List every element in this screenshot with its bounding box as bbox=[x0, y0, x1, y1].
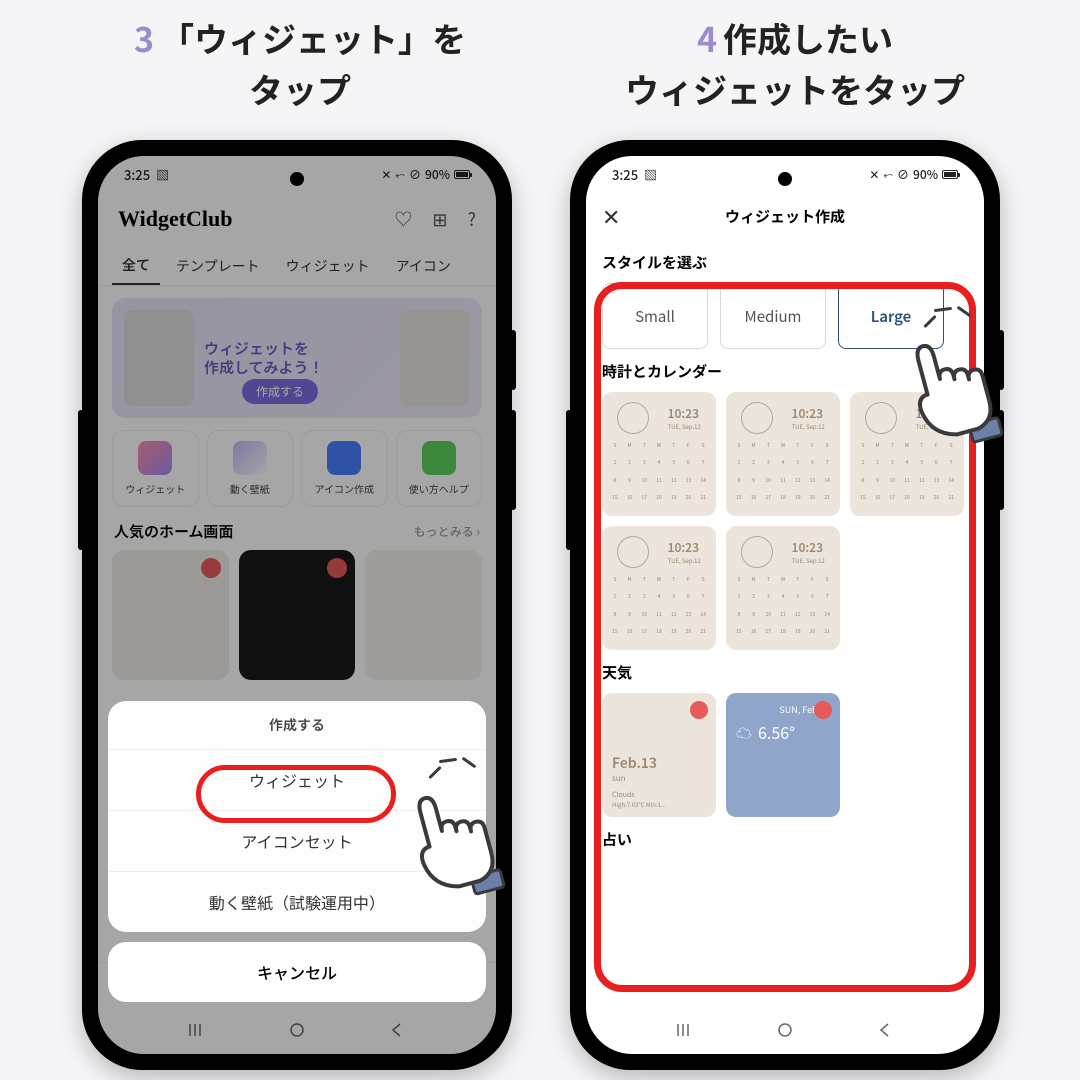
mute-icon: ✕ bbox=[869, 166, 879, 183]
home-icon[interactable] bbox=[775, 1020, 795, 1040]
widget-template[interactable]: Feb.13 sun Clouds High:7.83°C Min:1... bbox=[602, 693, 716, 817]
step-number: 3 bbox=[134, 13, 154, 62]
back-icon[interactable] bbox=[874, 1020, 894, 1040]
size-medium-button[interactable]: Medium bbox=[720, 283, 826, 349]
wifi-icon: ⬿ bbox=[883, 166, 893, 183]
battery-icon bbox=[942, 170, 958, 179]
sheet-option-widget[interactable]: ウィジェット bbox=[108, 750, 486, 811]
step-number: 4 bbox=[697, 13, 717, 62]
widget-template[interactable]: 10:23TUE, Sep.12 SMTWTFS1234567891011121… bbox=[726, 526, 840, 650]
badge-icon bbox=[690, 701, 708, 719]
sheet-title: 作成する bbox=[108, 701, 486, 750]
action-sheet: 作成する ウィジェット アイコンセット 動く壁紙（試験運用中） キャンセル bbox=[108, 701, 486, 1002]
size-large-button[interactable]: Large bbox=[838, 283, 944, 349]
battery-percent: 90% bbox=[913, 166, 938, 183]
page-title: ウィジェット作成 bbox=[602, 206, 968, 227]
image-icon: ▧ bbox=[644, 165, 657, 184]
widget-template[interactable]: 10:23TUE, Sep.12 SMTWTFS1234567891011121… bbox=[602, 392, 716, 516]
widget-template[interactable]: SUN, Feb.13 ☁ 6.56° bbox=[726, 693, 840, 817]
size-selector: Small Medium Large bbox=[602, 283, 968, 349]
section-clock-calendar: 時計とカレンダー bbox=[602, 361, 968, 382]
sheet-option-iconset[interactable]: アイコンセット bbox=[108, 811, 486, 872]
widget-template[interactable]: 10:23TUE, Sep.12 SMTWTFS1234567891011121… bbox=[726, 392, 840, 516]
size-small-button[interactable]: Small bbox=[602, 283, 708, 349]
phone-frame-right: 3:25 ▧ ✕ ⬿ ⊘ 90% ✕ ウィジェット作成 スタイルを選ぶ Smal… bbox=[570, 140, 1000, 1070]
step-4-header: 4作成したい ウィジェットをタップ bbox=[565, 12, 1025, 114]
section-fortune: 占い bbox=[602, 829, 968, 850]
widget-template[interactable]: 10:23TUE, Sep.12 SMTWTFS1234567891011121… bbox=[602, 526, 716, 650]
widget-template[interactable]: 10:23TUE, Sep.12 SMTWTFS1234567891011121… bbox=[850, 392, 964, 516]
close-icon[interactable]: ✕ bbox=[602, 200, 620, 232]
step-3-header: 3「ウィジェット」を タップ bbox=[90, 12, 510, 114]
cloud-icon: ☁ bbox=[736, 720, 752, 744]
phone-frame-left: 3:25 ▧ ✕ ⬿ ⊘ 90% WidgetClub ♡ ⊞ ? 全て テンプ… bbox=[82, 140, 512, 1070]
sheet-option-wallpaper[interactable]: 動く壁紙（試験運用中） bbox=[108, 872, 486, 932]
weather-widget-row: Feb.13 sun Clouds High:7.83°C Min:1... S… bbox=[602, 693, 968, 817]
create-header: ✕ ウィジェット作成 bbox=[586, 192, 984, 240]
status-time: 3:25 bbox=[612, 165, 638, 184]
recents-icon[interactable] bbox=[676, 1020, 696, 1040]
badge-icon bbox=[814, 701, 832, 719]
no-signal-icon: ⊘ bbox=[897, 166, 909, 183]
style-label: スタイルを選ぶ bbox=[602, 252, 968, 273]
system-nav-bar bbox=[586, 1006, 984, 1054]
sheet-cancel-button[interactable]: キャンセル bbox=[108, 942, 486, 1002]
clock-widget-grid: 10:23TUE, Sep.12 SMTWTFS1234567891011121… bbox=[602, 392, 968, 650]
section-weather: 天気 bbox=[602, 662, 968, 683]
